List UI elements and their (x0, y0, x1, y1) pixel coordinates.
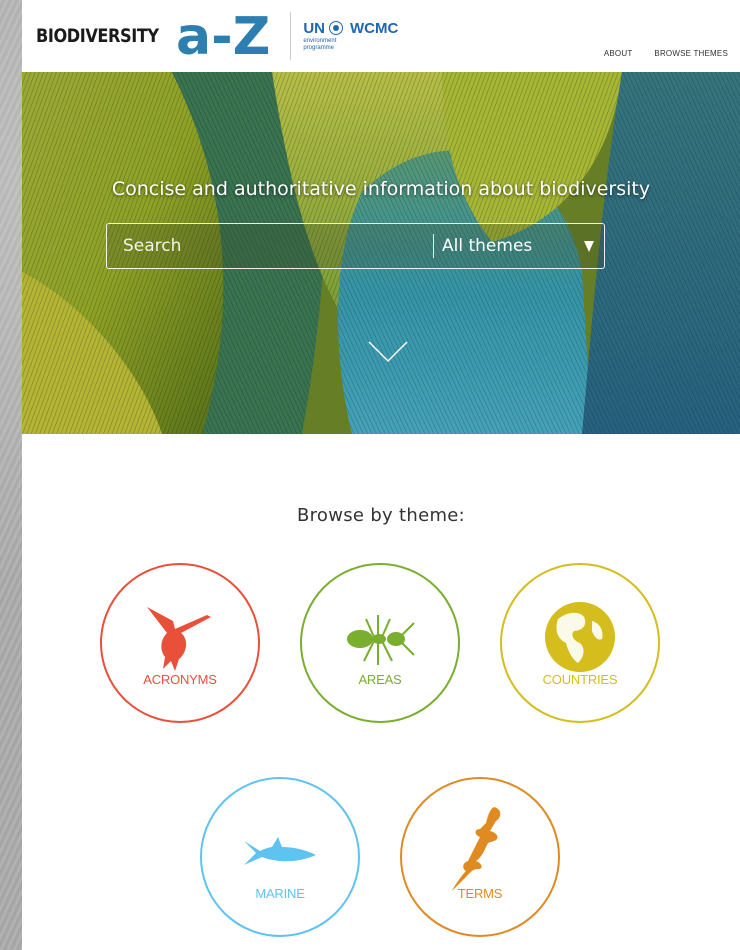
theme-marine[interactable]: MARINE (200, 777, 360, 937)
theme-label: TERMS (457, 886, 503, 901)
search-input[interactable] (107, 223, 433, 269)
logo-text: BIODIVERSITY (36, 25, 159, 47)
environment-text: environment (303, 37, 337, 44)
theme-label: AREAS (358, 672, 402, 687)
un-emblem-icon (329, 21, 344, 35)
scroll-down-chevron-icon[interactable] (367, 340, 409, 364)
theme-areas[interactable]: AREAS (300, 563, 460, 723)
page: BIODIVERSITY a-Z UN WCMC environment pro… (22, 0, 740, 950)
theme-select[interactable]: All themes (433, 234, 604, 258)
search-bar: All themes (106, 223, 605, 269)
theme-label: MARINE (255, 886, 305, 901)
nav-about-link[interactable]: ABOUT (604, 49, 633, 58)
shark-icon (244, 837, 316, 865)
biodiversity-az-logo[interactable]: BIODIVERSITY a-Z UN WCMC environment pro… (36, 10, 398, 62)
nav-browse-themes-link[interactable]: BROWSE THEMES (654, 49, 728, 58)
wcmc-text: WCMC (350, 19, 399, 37)
hero-tagline: Concise and authoritative information ab… (111, 178, 651, 200)
theme-label: COUNTRIES (542, 672, 618, 687)
globe-icon (545, 602, 615, 672)
site-header: BIODIVERSITY a-Z UN WCMC environment pro… (22, 0, 740, 72)
theme-select-value: All themes (442, 236, 533, 256)
unep-wcmc-logo[interactable]: UN WCMC environment programme (303, 21, 398, 52)
theme-terms[interactable]: TERMS (400, 777, 560, 937)
az-logo-icon: a-Z (176, 10, 270, 62)
theme-label: ACRONYMS (143, 672, 217, 687)
programme-text: programme (303, 44, 335, 51)
dropdown-caret-icon (584, 240, 594, 252)
un-text: UN (303, 19, 326, 37)
az-logo-text: a-Z (176, 10, 270, 62)
main-nav: ABOUT BROWSE THEMES (604, 49, 728, 58)
theme-acronyms[interactable]: ACRONYMS (100, 563, 260, 723)
theme-countries[interactable]: COUNTRIES (500, 563, 660, 723)
logo-divider (290, 12, 292, 60)
lizard-icon (452, 807, 501, 891)
browse-title: Browse by theme: (296, 505, 466, 526)
hummingbird-icon (147, 607, 211, 671)
hero-banner: Concise and authoritative information ab… (22, 72, 740, 434)
ant-icon (347, 615, 415, 665)
